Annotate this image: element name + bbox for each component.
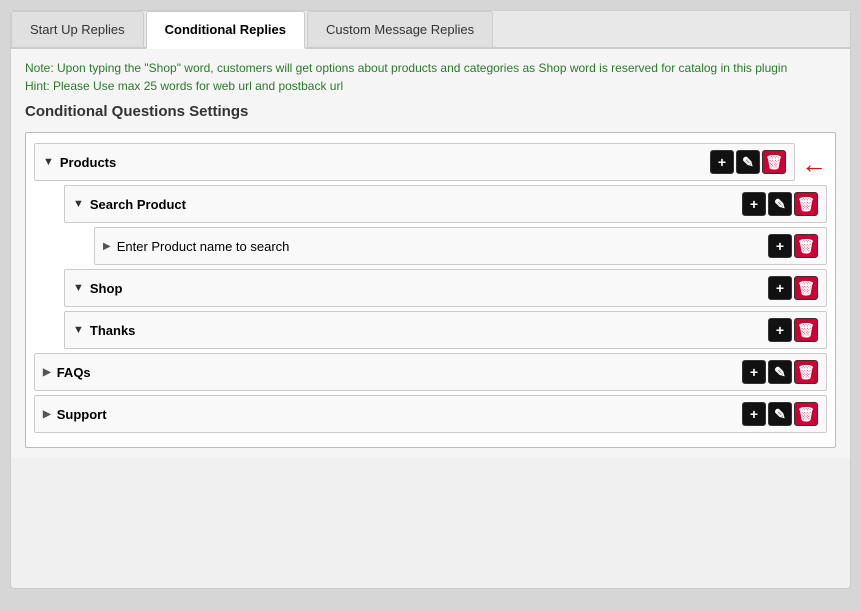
- enter-product-add-button[interactable]: +: [768, 234, 792, 258]
- toggle-shop[interactable]: ▼: [73, 282, 84, 294]
- toggle-faqs[interactable]: ▶: [43, 367, 51, 378]
- shop-add-button[interactable]: +: [768, 276, 792, 300]
- tab-startup[interactable]: Start Up Replies: [11, 11, 144, 47]
- support-label: Support: [57, 407, 107, 422]
- faqs-edit-button[interactable]: ✎: [768, 360, 792, 384]
- enter-product-label-group: ▶ Enter Product name to search: [103, 239, 289, 254]
- products-row-wrapper: ▼ Products + ✎ 🗑 ←: [34, 143, 827, 185]
- tree-row-faqs: ▶ FAQs + ✎ 🗑: [34, 353, 827, 391]
- support-actions: + ✎ 🗑: [742, 402, 818, 426]
- products-add-button[interactable]: +: [710, 150, 734, 174]
- thanks-trash-button[interactable]: 🗑: [794, 318, 818, 342]
- thanks-add-button[interactable]: +: [768, 318, 792, 342]
- toggle-products[interactable]: ▼: [43, 156, 54, 168]
- thanks-actions: + 🗑: [768, 318, 818, 342]
- shop-trash-button[interactable]: 🗑: [794, 276, 818, 300]
- tree-row-thanks: ▼ Thanks + 🗑: [64, 311, 827, 349]
- notice-line1: Note: Upon typing the "Shop" word, custo…: [25, 59, 836, 77]
- shop-actions: + 🗑: [768, 276, 818, 300]
- notice-block: Note: Upon typing the "Shop" word, custo…: [25, 59, 836, 95]
- faqs-label-group: ▶ FAQs: [43, 365, 91, 380]
- tabs-bar: Start Up Replies Conditional Replies Cus…: [11, 11, 850, 49]
- enter-product-actions: + 🗑: [768, 234, 818, 258]
- products-trash-button[interactable]: 🗑: [762, 150, 786, 174]
- products-label-group: ▼ Products: [43, 155, 116, 170]
- search-product-label-group: ▼ Search Product: [73, 197, 186, 212]
- products-actions: + ✎ 🗑: [710, 150, 786, 174]
- support-edit-button[interactable]: ✎: [768, 402, 792, 426]
- search-product-edit-button[interactable]: ✎: [768, 192, 792, 216]
- toggle-enter-product[interactable]: ▶: [103, 241, 111, 252]
- products-label: Products: [60, 155, 116, 170]
- faqs-label: FAQs: [57, 365, 91, 380]
- section-title: Conditional Questions Settings: [25, 103, 836, 120]
- search-product-trash-button[interactable]: 🗑: [794, 192, 818, 216]
- toggle-search-product[interactable]: ▼: [73, 198, 84, 210]
- thanks-label-group: ▼ Thanks: [73, 323, 135, 338]
- support-trash-button[interactable]: 🗑: [794, 402, 818, 426]
- enter-product-label: Enter Product name to search: [117, 239, 290, 254]
- thanks-label: Thanks: [90, 323, 136, 338]
- main-container: Start Up Replies Conditional Replies Cus…: [10, 10, 851, 589]
- enter-product-trash-button[interactable]: 🗑: [794, 234, 818, 258]
- content-area: Note: Upon typing the "Shop" word, custo…: [11, 49, 850, 458]
- faqs-actions: + ✎ 🗑: [742, 360, 818, 384]
- search-product-add-button[interactable]: +: [742, 192, 766, 216]
- tree-row-products: ▼ Products + ✎ 🗑: [34, 143, 795, 181]
- tree-row-support: ▶ Support + ✎ 🗑: [34, 395, 827, 433]
- faqs-trash-button[interactable]: 🗑: [794, 360, 818, 384]
- support-label-group: ▶ Support: [43, 407, 107, 422]
- red-arrow-indicator: ←: [801, 151, 827, 177]
- tree-row-shop: ▼ Shop + 🗑: [64, 269, 827, 307]
- shop-label-group: ▼ Shop: [73, 281, 122, 296]
- toggle-thanks[interactable]: ▼: [73, 324, 84, 336]
- products-edit-button[interactable]: ✎: [736, 150, 760, 174]
- toggle-support[interactable]: ▶: [43, 409, 51, 420]
- tree-row-enter-product: ▶ Enter Product name to search + 🗑: [94, 227, 827, 265]
- notice-line2: Hint: Please Use max 25 words for web ur…: [25, 77, 836, 95]
- tab-conditional[interactable]: Conditional Replies: [146, 11, 305, 49]
- support-add-button[interactable]: +: [742, 402, 766, 426]
- faqs-add-button[interactable]: +: [742, 360, 766, 384]
- tree-row-search-product: ▼ Search Product + ✎ 🗑: [64, 185, 827, 223]
- shop-label: Shop: [90, 281, 123, 296]
- search-product-actions: + ✎ 🗑: [742, 192, 818, 216]
- tree-container: ▼ Products + ✎ 🗑 ← ▼ Search Product: [25, 132, 836, 448]
- search-product-label: Search Product: [90, 197, 186, 212]
- tab-custom[interactable]: Custom Message Replies: [307, 11, 493, 47]
